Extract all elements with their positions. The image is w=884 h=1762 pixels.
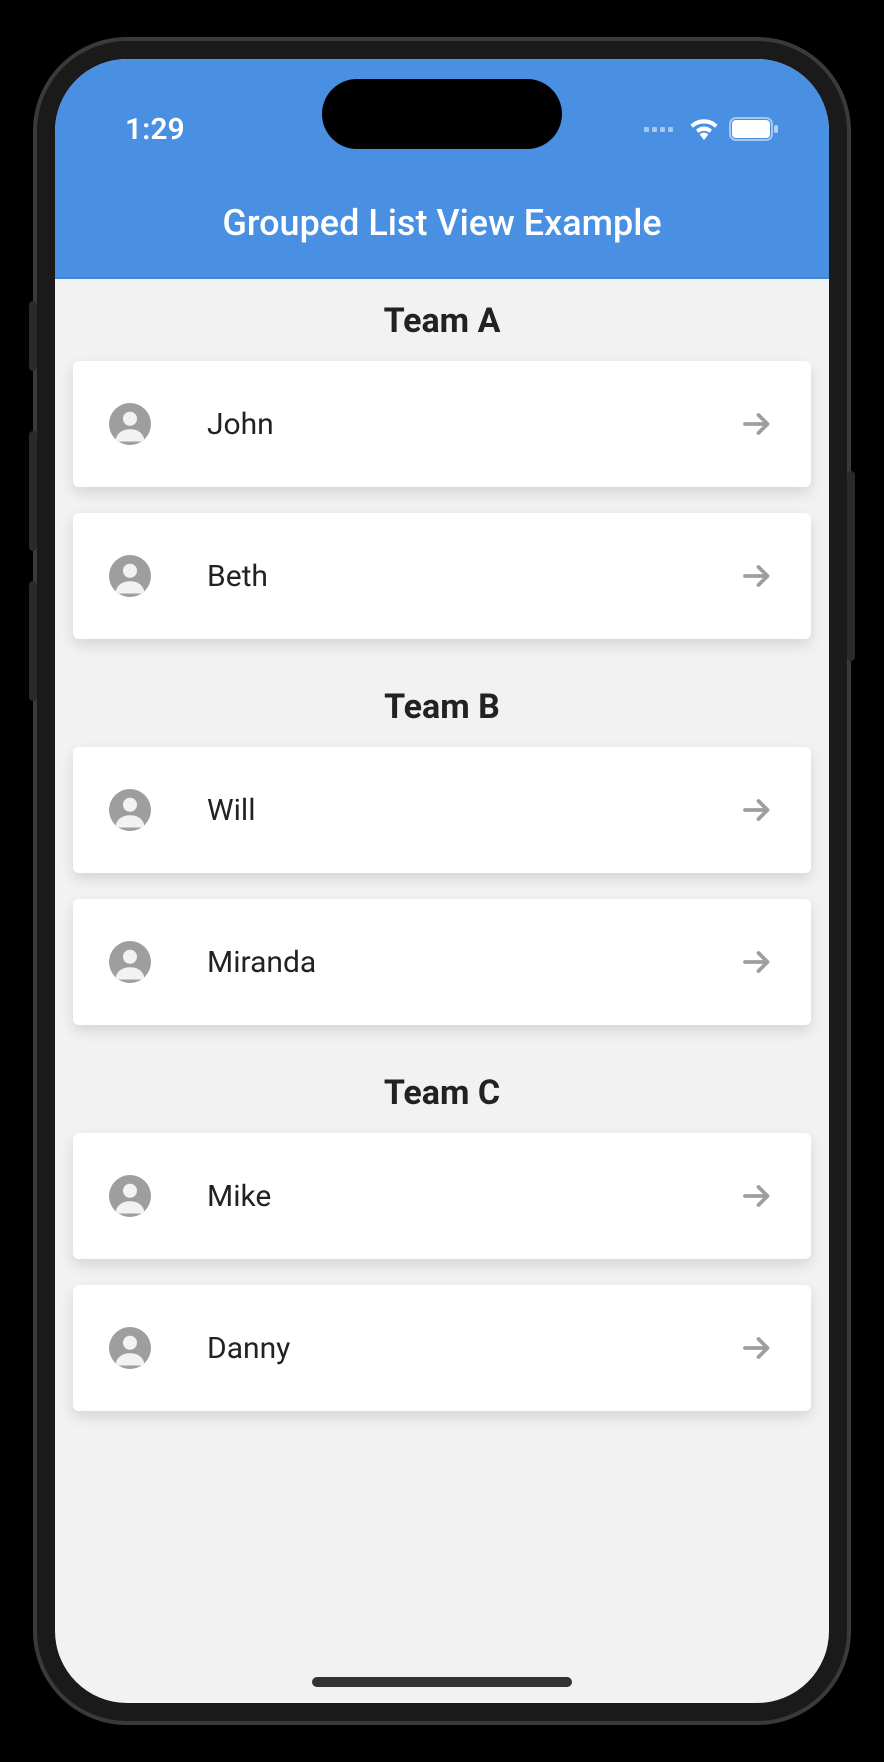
person-icon — [109, 941, 151, 983]
list-item-label: John — [151, 407, 739, 442]
list-item-label: Will — [151, 793, 739, 828]
group-header: Team C — [55, 1051, 829, 1133]
dynamic-island — [322, 79, 562, 149]
person-icon — [109, 1327, 151, 1369]
chevron-right-icon — [739, 944, 775, 980]
side-button — [29, 301, 37, 371]
chevron-right-icon — [739, 558, 775, 594]
page-title: Grouped List View Example — [222, 202, 661, 244]
phone-screen: 1:29 Grouped List View Example Team A — [55, 59, 829, 1703]
list-item-label: Danny — [151, 1331, 739, 1366]
group-header: Team A — [55, 279, 829, 361]
list-item[interactable]: Will — [73, 747, 811, 873]
list-item-label: Mike — [151, 1179, 739, 1214]
list-item-label: Miranda — [151, 945, 739, 980]
person-icon — [109, 1175, 151, 1217]
list-item[interactable]: Miranda — [73, 899, 811, 1025]
volume-down-button — [29, 581, 37, 701]
power-button — [847, 471, 855, 661]
battery-icon — [729, 117, 779, 141]
status-time: 1:29 — [125, 112, 185, 147]
home-indicator[interactable] — [312, 1677, 572, 1687]
list-item-label: Beth — [151, 559, 739, 594]
status-right — [644, 117, 779, 141]
cellular-indicator — [644, 127, 673, 132]
person-icon — [109, 789, 151, 831]
list-item[interactable]: John — [73, 361, 811, 487]
chevron-right-icon — [739, 792, 775, 828]
wifi-icon — [689, 118, 719, 140]
person-icon — [109, 403, 151, 445]
grouped-list[interactable]: Team A John Beth Team B — [55, 279, 829, 1703]
list-item[interactable]: Mike — [73, 1133, 811, 1259]
group-header: Team B — [55, 665, 829, 747]
chevron-right-icon — [739, 1178, 775, 1214]
app-header: Grouped List View Example — [55, 169, 829, 279]
person-icon — [109, 555, 151, 597]
chevron-right-icon — [739, 1330, 775, 1366]
phone-device-frame: 1:29 Grouped List View Example Team A — [37, 41, 847, 1721]
volume-up-button — [29, 431, 37, 551]
chevron-right-icon — [739, 406, 775, 442]
list-item[interactable]: Danny — [73, 1285, 811, 1411]
list-item[interactable]: Beth — [73, 513, 811, 639]
